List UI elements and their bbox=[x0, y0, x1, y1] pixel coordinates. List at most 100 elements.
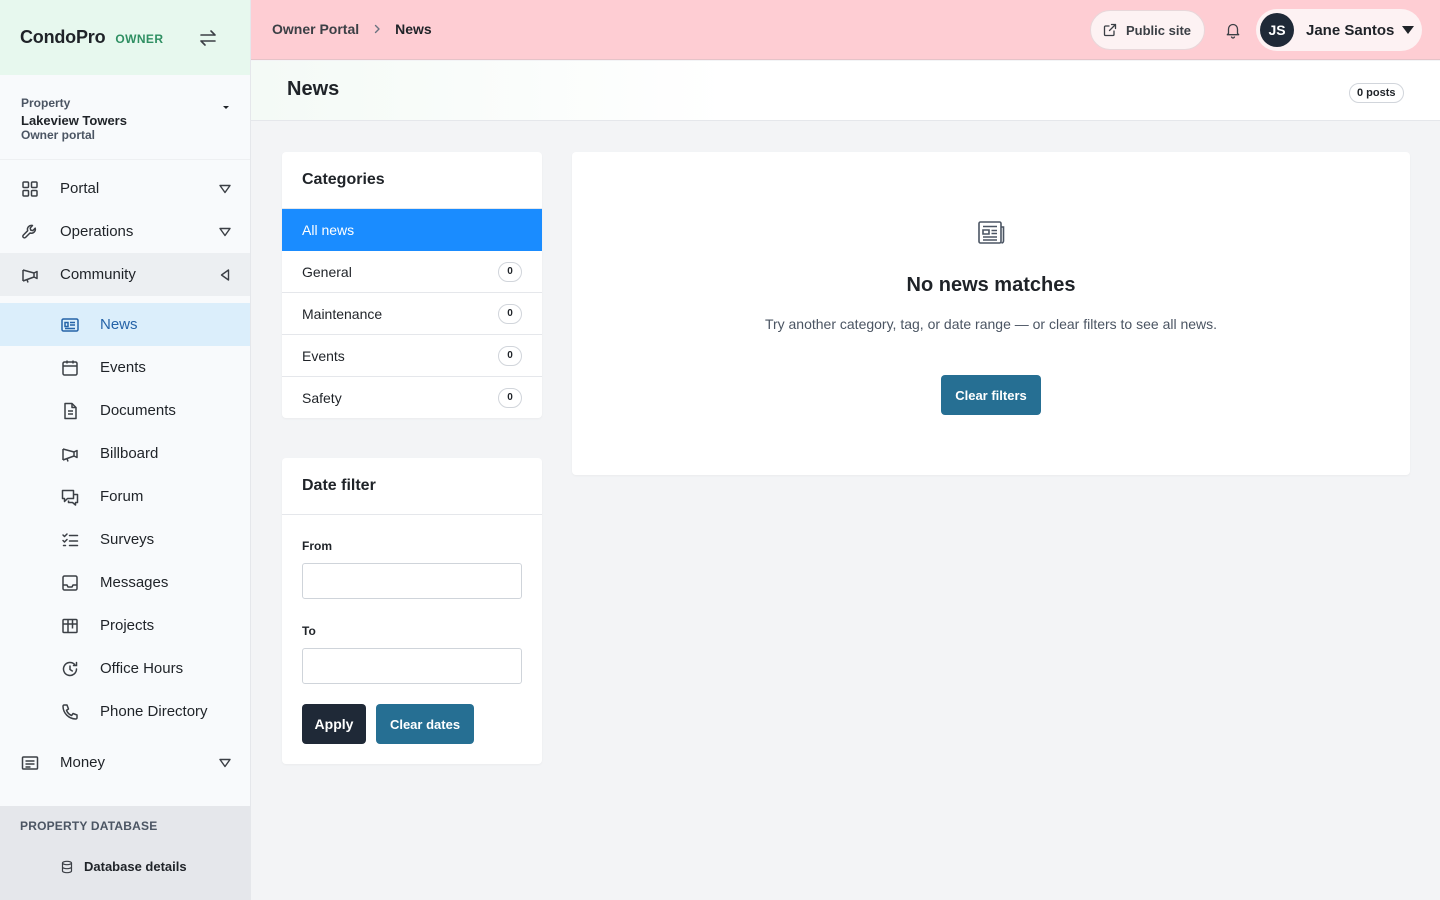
date-filter-card: Date filter From To Apply Clear dates bbox=[282, 458, 542, 764]
posts-count-badge: 0 posts bbox=[1349, 83, 1404, 103]
to-label: To bbox=[302, 624, 316, 638]
caret-down-icon bbox=[223, 106, 229, 109]
sidebar-item-events[interactable]: Events bbox=[0, 346, 250, 389]
user-menu-button[interactable]: JS Jane Santos bbox=[1256, 9, 1422, 51]
chevron-right-icon bbox=[371, 23, 383, 35]
sidebar-item-messages[interactable]: Messages bbox=[0, 561, 250, 604]
sidebar-item-database-details[interactable]: Database details bbox=[60, 859, 187, 874]
breadcrumb: Owner Portal News bbox=[272, 21, 432, 37]
newspaper-icon bbox=[976, 219, 1006, 247]
checklist-icon bbox=[60, 530, 80, 550]
category-count-badge: 0 bbox=[498, 388, 522, 408]
chat-icon bbox=[60, 487, 80, 507]
database-icon bbox=[60, 860, 74, 874]
avatar: JS bbox=[1260, 13, 1294, 47]
sidebar-item-label: Messages bbox=[100, 574, 169, 591]
property-name: Lakeview Towers bbox=[21, 113, 127, 128]
megaphone-icon bbox=[20, 265, 40, 285]
categories-title: Categories bbox=[282, 152, 542, 209]
category-count-badge: 0 bbox=[498, 346, 522, 366]
newspaper-icon bbox=[60, 315, 80, 335]
nav-group-label: Operations bbox=[60, 223, 134, 240]
sidebar-item-label: Database details bbox=[84, 859, 187, 874]
sidebar-item-label: Surveys bbox=[100, 531, 155, 548]
clock-icon bbox=[60, 659, 80, 679]
category-label: General bbox=[302, 263, 352, 280]
inbox-icon bbox=[60, 573, 80, 593]
clear-dates-button[interactable]: Clear dates bbox=[376, 704, 474, 744]
sidebar-item-surveys[interactable]: Surveys bbox=[0, 518, 250, 561]
sidebar-item-office-hours[interactable]: Office Hours bbox=[0, 647, 250, 690]
category-all-news[interactable]: All news bbox=[282, 209, 542, 251]
property-sub: Owner portal bbox=[21, 128, 96, 142]
nav-group-operations[interactable]: Operations bbox=[0, 210, 250, 253]
breadcrumb-current: News bbox=[395, 21, 432, 37]
category-label: Safety bbox=[302, 390, 342, 406]
nav-group-community[interactable]: Community bbox=[0, 253, 250, 296]
category-label: Maintenance bbox=[302, 305, 383, 322]
sidebar-item-forum[interactable]: Forum bbox=[0, 475, 250, 518]
sidebar-item-phone-directory[interactable]: Phone Directory bbox=[0, 690, 250, 733]
sidebar-item-label: Office Hours bbox=[100, 660, 184, 677]
page-header: News 0 posts bbox=[251, 61, 1440, 121]
to-date-input[interactable] bbox=[302, 648, 522, 684]
wrench-icon bbox=[20, 222, 40, 242]
nav-group-portal[interactable]: Portal bbox=[0, 167, 250, 210]
calendar-icon bbox=[60, 358, 80, 378]
sidebar-item-label: Documents bbox=[100, 402, 176, 419]
from-date-input[interactable] bbox=[302, 563, 522, 599]
nav-group-label: Money bbox=[60, 754, 106, 771]
empty-state-description: Try another category, tag, or date range… bbox=[764, 316, 1218, 332]
bell-icon[interactable] bbox=[1224, 21, 1242, 39]
receipt-icon bbox=[20, 753, 40, 773]
triangle-down-icon bbox=[218, 225, 232, 239]
switch-arrows-icon[interactable] bbox=[198, 28, 218, 48]
category-safety[interactable]: Safety 0 bbox=[282, 377, 542, 419]
empty-state-card: No news matches Try another category, ta… bbox=[572, 152, 1410, 475]
sidebar-item-label: News bbox=[100, 316, 138, 333]
board-icon bbox=[60, 616, 80, 636]
brand-name: CondoPro bbox=[20, 27, 106, 47]
triangle-down-icon bbox=[218, 756, 232, 770]
triangle-down-icon bbox=[218, 182, 232, 196]
category-general[interactable]: General 0 bbox=[282, 251, 542, 293]
sidebar-item-billboard[interactable]: Billboard bbox=[0, 432, 250, 475]
topbar: Owner Portal News Public site JS Jane Sa… bbox=[251, 0, 1440, 60]
nav-group-label: Community bbox=[60, 266, 136, 283]
sidebar-item-label: Forum bbox=[100, 488, 144, 505]
category-events[interactable]: Events 0 bbox=[282, 335, 542, 377]
sidebar-item-documents[interactable]: Documents bbox=[0, 389, 250, 432]
public-site-label: Public site bbox=[1126, 22, 1192, 38]
caret-down-icon bbox=[1402, 26, 1414, 34]
category-label: Events bbox=[302, 347, 345, 364]
categories-card: Categories All news General 0 Maintenanc… bbox=[282, 152, 542, 418]
brand-role: OWNER bbox=[115, 32, 164, 46]
sidebar-item-news[interactable]: News bbox=[0, 303, 250, 346]
triangle-left-icon bbox=[218, 268, 232, 282]
property-selector[interactable]: Property Lakeview Towers Owner portal bbox=[0, 75, 250, 160]
sidebar-item-projects[interactable]: Projects bbox=[0, 604, 250, 647]
user-name: Jane Santos bbox=[1306, 21, 1395, 39]
nav-group-money[interactable]: Money bbox=[0, 741, 250, 784]
apply-button[interactable]: Apply bbox=[302, 704, 366, 744]
breadcrumb-owner-portal[interactable]: Owner Portal bbox=[272, 21, 359, 37]
nav-group-label: Portal bbox=[60, 180, 100, 197]
grid-icon bbox=[20, 179, 40, 199]
public-site-button[interactable]: Public site bbox=[1090, 10, 1205, 50]
external-link-icon bbox=[1103, 23, 1117, 37]
category-count-badge: 0 bbox=[498, 304, 522, 324]
sidebar-item-label: Events bbox=[100, 359, 146, 376]
clear-filters-button[interactable]: Clear filters bbox=[941, 375, 1041, 415]
section-title: PROPERTY DATABASE bbox=[20, 819, 158, 833]
brand-header: CondoPro OWNER bbox=[0, 0, 250, 75]
page-title: News bbox=[287, 78, 340, 100]
category-maintenance[interactable]: Maintenance 0 bbox=[282, 293, 542, 335]
sidebar-item-label: Projects bbox=[100, 617, 155, 634]
property-database-section: PROPERTY DATABASE Database details bbox=[0, 806, 251, 900]
phone-icon bbox=[60, 702, 80, 722]
category-count-badge: 0 bbox=[498, 262, 522, 282]
megaphone-icon bbox=[60, 444, 80, 464]
sidebar-item-label: Phone Directory bbox=[100, 703, 208, 720]
sidebar: CondoPro OWNER Property Lakeview Towers … bbox=[0, 0, 251, 900]
date-filter-title: Date filter bbox=[282, 458, 542, 515]
